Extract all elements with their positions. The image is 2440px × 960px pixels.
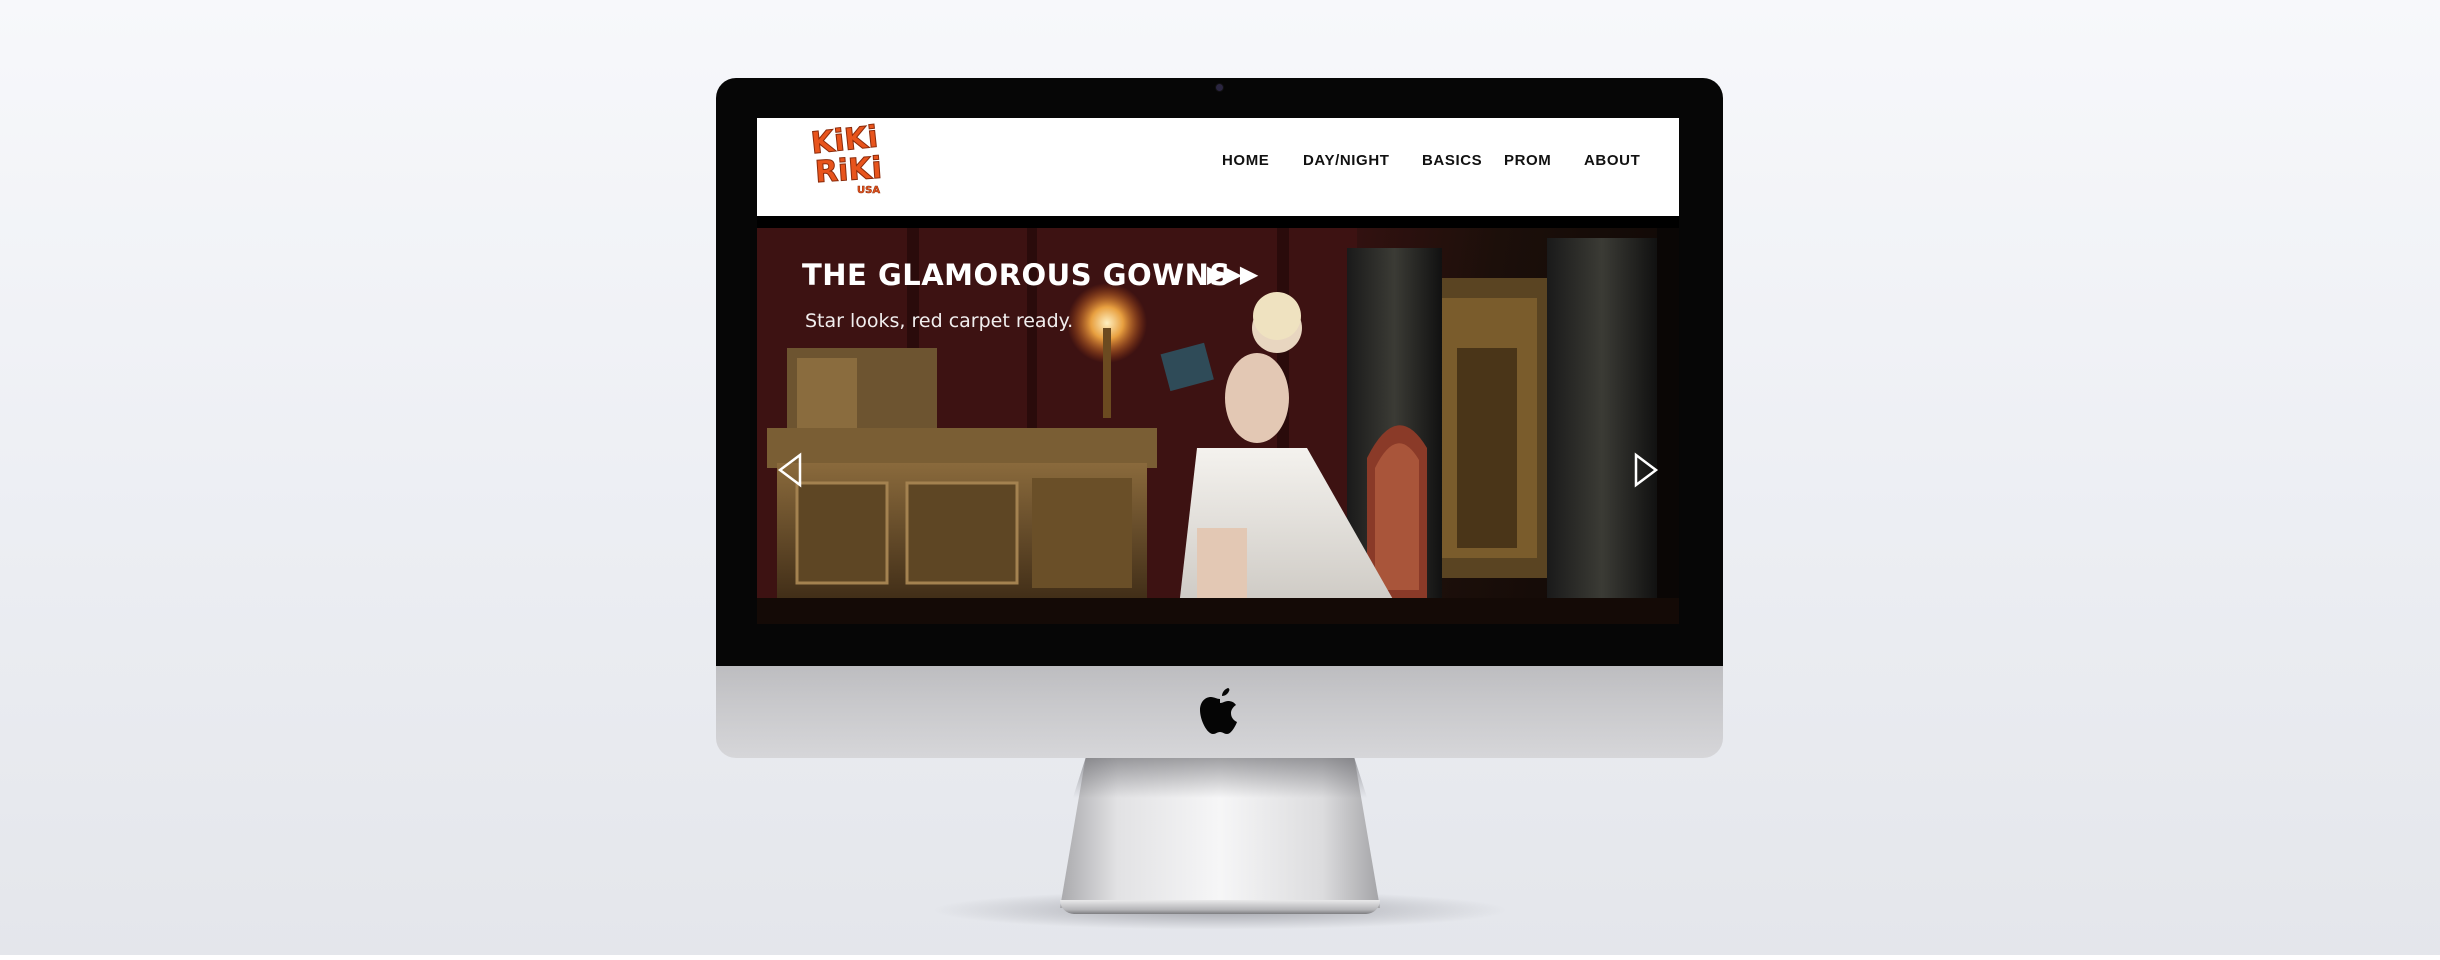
nav-day-night[interactable]: DAY/NIGHT xyxy=(1303,152,1390,169)
nav-about[interactable]: ABOUT xyxy=(1584,152,1640,169)
camera-icon xyxy=(1216,84,1223,91)
nav-home[interactable]: HOME xyxy=(1222,152,1269,169)
floor-highlight xyxy=(0,955,2440,960)
screen: KiKi RiKi USA HOME DAY/NIGHT BASICS PROM… xyxy=(757,118,1679,624)
nav-basics[interactable]: BASICS xyxy=(1422,152,1482,169)
hero-title: THE GLAMOROUS GOWNS xyxy=(802,258,1231,292)
monitor-foot xyxy=(1060,900,1380,914)
logo-tag: USA xyxy=(857,185,881,196)
site-header: KiKi RiKi USA HOME DAY/NIGHT BASICS PROM… xyxy=(757,118,1679,216)
logo-line-2: RiKi xyxy=(813,150,884,191)
next-arrow-icon[interactable] xyxy=(1633,452,1659,488)
monitor-stand-shade xyxy=(1072,758,1368,798)
brand-logo[interactable]: KiKi RiKi USA xyxy=(809,119,889,202)
nav-prom[interactable]: PROM xyxy=(1504,152,1551,169)
hero-subtitle: Star looks, red carpet ready. xyxy=(805,310,1074,332)
hero-title-arrows[interactable]: ▶▶▶ xyxy=(1207,260,1258,288)
prev-arrow-icon[interactable] xyxy=(777,452,803,488)
apple-logo-icon xyxy=(1200,688,1237,734)
hero-slider[interactable]: THE GLAMOROUS GOWNS ▶▶▶ Star looks, red … xyxy=(757,228,1679,624)
